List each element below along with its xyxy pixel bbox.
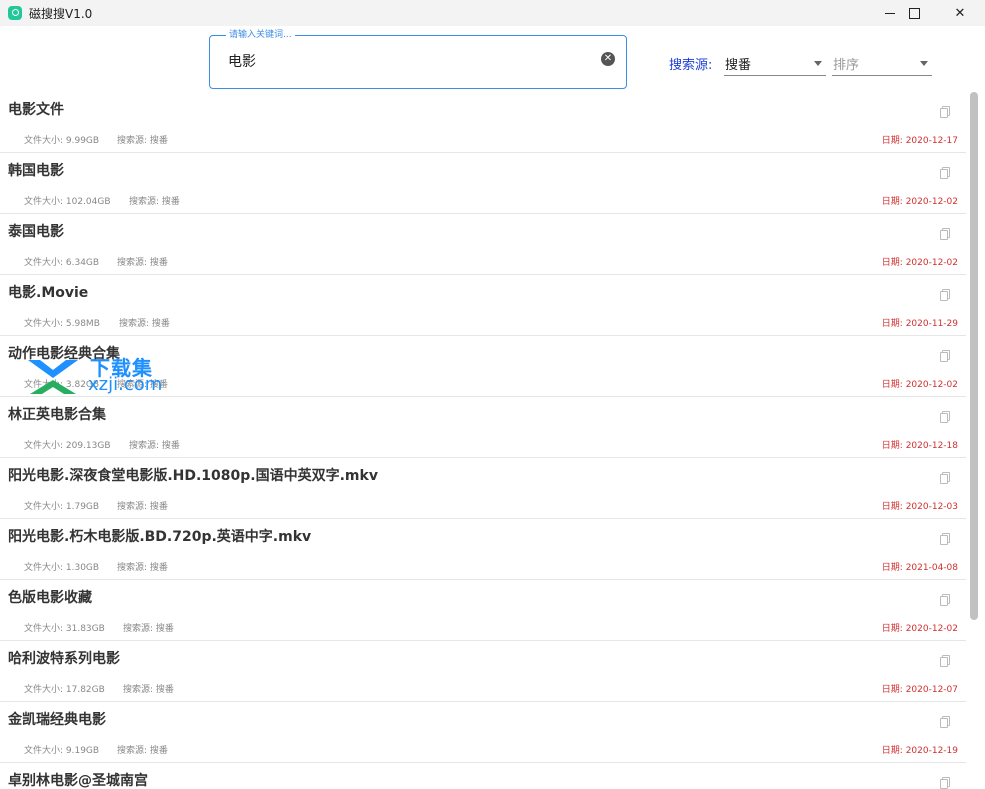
result-date: 日期: 2020-12-02	[881, 624, 958, 634]
copy-icon[interactable]	[940, 716, 950, 728]
list-item[interactable]: 阳光电影.深夜食堂电影版.HD.1080p.国语中英双字.mkv 文件大小: 1…	[0, 458, 966, 519]
result-title: 哈利波特系列电影	[8, 651, 120, 667]
result-title: 韩国电影	[8, 163, 64, 179]
list-item[interactable]: 林正英电影合集 文件大小: 209.13GB 搜索源: 搜番 日期: 2020-…	[0, 397, 966, 458]
result-title: 阳光电影.深夜食堂电影版.HD.1080p.国语中英双字.mkv	[8, 468, 378, 484]
copy-icon[interactable]	[940, 167, 950, 179]
result-source: 搜索源: 搜番	[117, 746, 168, 756]
result-source: 搜索源: 搜番	[117, 136, 168, 146]
copy-icon[interactable]	[940, 106, 950, 118]
title-bar: 磁搜搜V1.0 ✕	[0, 0, 985, 26]
list-item[interactable]: 金凯瑞经典电影 文件大小: 9.19GB 搜索源: 搜番 日期: 2020-12…	[0, 702, 966, 763]
result-date: 日期: 2020-12-02	[881, 258, 958, 268]
source-label: 搜索源:	[669, 58, 713, 73]
result-date: 日期: 2020-12-18	[881, 441, 958, 451]
result-date: 日期: 2020-12-02	[881, 380, 958, 390]
copy-icon[interactable]	[940, 777, 950, 789]
copy-icon[interactable]	[940, 411, 950, 423]
list-item[interactable]: 卓别林电影@圣城南宫	[0, 763, 966, 789]
chevron-down-icon	[814, 61, 822, 66]
copy-icon[interactable]	[940, 289, 950, 301]
result-source: 搜索源: 搜番	[117, 502, 168, 512]
result-source: 搜索源: 搜番	[119, 319, 170, 329]
copy-icon[interactable]	[940, 228, 950, 240]
maximize-button[interactable]	[891, 0, 937, 26]
scrollbar-thumb[interactable]	[970, 92, 978, 620]
results-list: 电影文件 文件大小: 9.99GB 搜索源: 搜番 日期: 2020-12-17…	[0, 92, 966, 789]
list-item[interactable]: 电影.Movie 文件大小: 5.98MB 搜索源: 搜番 日期: 2020-1…	[0, 275, 966, 336]
copy-icon[interactable]	[940, 655, 950, 667]
result-title: 电影文件	[8, 102, 64, 118]
result-source: 搜索源: 搜番	[117, 258, 168, 268]
copy-icon[interactable]	[940, 594, 950, 606]
sort-select[interactable]: 排序	[832, 50, 932, 76]
copy-icon[interactable]	[940, 533, 950, 545]
result-source: 搜索源: 搜番	[123, 685, 174, 695]
result-date: 日期: 2020-12-07	[881, 685, 958, 695]
result-title: 泰国电影	[8, 224, 64, 240]
copy-icon[interactable]	[940, 350, 950, 362]
search-legend: 请输入关键词...	[226, 29, 295, 41]
list-item[interactable]: 韩国电影 文件大小: 102.04GB 搜索源: 搜番 日期: 2020-12-…	[0, 153, 966, 214]
list-item[interactable]: 色版电影收藏 文件大小: 31.83GB 搜索源: 搜番 日期: 2020-12…	[0, 580, 966, 641]
result-source: 搜索源: 搜番	[129, 197, 180, 207]
chevron-down-icon	[920, 61, 928, 66]
list-item[interactable]: 电影文件 文件大小: 9.99GB 搜索源: 搜番 日期: 2020-12-17	[0, 92, 966, 153]
result-title: 金凯瑞经典电影	[8, 712, 106, 728]
search-field[interactable]: 请输入关键词... ✕	[209, 29, 627, 89]
result-title: 色版电影收藏	[8, 590, 92, 606]
result-title: 卓别林电影@圣城南宫	[8, 773, 148, 789]
copy-icon[interactable]	[940, 472, 950, 484]
source-select-value: 搜番	[725, 58, 752, 73]
result-date: 日期: 2020-12-19	[881, 746, 958, 756]
close-icon: ✕	[954, 5, 966, 21]
result-date: 日期: 2020-11-29	[881, 319, 958, 329]
source-select[interactable]: 搜番	[724, 50, 826, 76]
scrollbar[interactable]	[967, 92, 981, 789]
result-size: 文件大小: 31.83GB	[24, 624, 105, 634]
result-date: 日期: 2020-12-02	[881, 197, 958, 207]
watermark-brand-en: xzji.com	[88, 374, 163, 395]
watermark-mark-icon	[28, 360, 78, 394]
result-date: 日期: 2020-12-03	[881, 502, 958, 512]
sort-select-placeholder: 排序	[833, 58, 860, 73]
result-size: 文件大小: 9.99GB	[24, 136, 100, 146]
close-button[interactable]: ✕	[937, 0, 983, 26]
result-size: 文件大小: 1.30GB	[24, 563, 100, 573]
result-date: 日期: 2021-04-08	[881, 563, 958, 573]
maximize-icon	[908, 7, 920, 19]
result-size: 文件大小: 17.82GB	[24, 685, 105, 695]
result-source: 搜索源: 搜番	[123, 624, 174, 634]
search-input[interactable]	[228, 50, 588, 72]
result-size: 文件大小: 102.04GB	[24, 197, 111, 207]
clear-search-icon[interactable]: ✕	[601, 52, 615, 66]
result-source: 搜索源: 搜番	[117, 563, 168, 573]
result-size: 文件大小: 9.19GB	[24, 746, 100, 756]
result-size: 文件大小: 6.34GB	[24, 258, 100, 268]
result-size: 文件大小: 5.98MB	[24, 319, 100, 329]
result-source: 搜索源: 搜番	[129, 441, 180, 451]
window-title: 磁搜搜V1.0	[29, 7, 93, 21]
watermark-logo: 下载集 xzji.com	[26, 352, 176, 398]
app-icon	[8, 6, 22, 20]
list-item[interactable]: 泰国电影 文件大小: 6.34GB 搜索源: 搜番 日期: 2020-12-02	[0, 214, 966, 275]
result-date: 日期: 2020-12-17	[881, 136, 958, 146]
result-title: 阳光电影.朽木电影版.BD.720p.英语中字.mkv	[8, 529, 312, 545]
result-size: 文件大小: 1.79GB	[24, 502, 100, 512]
result-title: 电影.Movie	[8, 285, 89, 301]
result-title: 林正英电影合集	[8, 407, 106, 423]
list-item[interactable]: 哈利波特系列电影 文件大小: 17.82GB 搜索源: 搜番 日期: 2020-…	[0, 641, 966, 702]
result-size: 文件大小: 209.13GB	[24, 441, 111, 451]
list-item[interactable]: 阳光电影.朽木电影版.BD.720p.英语中字.mkv 文件大小: 1.30GB…	[0, 519, 966, 580]
